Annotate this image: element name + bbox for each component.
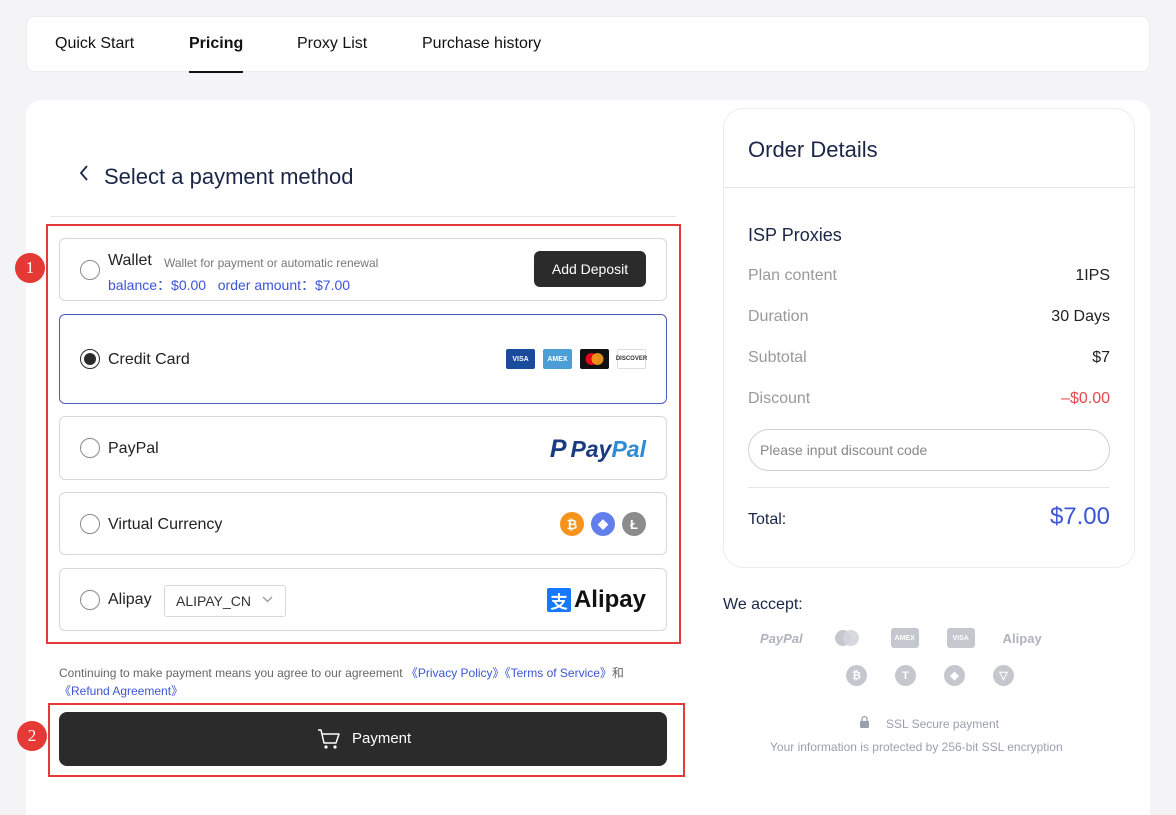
back-chevron-icon[interactable] bbox=[78, 163, 90, 189]
order-details-title: Order Details bbox=[748, 137, 878, 162]
add-deposit-button[interactable]: Add Deposit bbox=[534, 251, 646, 287]
tab-quick-start[interactable]: Quick Start bbox=[55, 35, 134, 73]
card-logos: VISA AMEX DISCOVER bbox=[506, 349, 647, 369]
tether-icon: T bbox=[895, 665, 916, 686]
step-badge-1: 1 bbox=[15, 253, 45, 283]
product-name: ISP Proxies bbox=[748, 225, 842, 245]
ssl-text: SSL Secure payment bbox=[886, 716, 999, 731]
we-accept-title: We accept: bbox=[723, 596, 803, 613]
divider bbox=[748, 487, 1110, 488]
visa-icon: VISA bbox=[946, 627, 975, 649]
alipay-radio[interactable] bbox=[80, 590, 100, 610]
payment-option-alipay[interactable]: Alipay ALIPAY_CN 支 Alipay bbox=[59, 568, 667, 631]
lock-icon bbox=[858, 715, 871, 732]
divider bbox=[50, 216, 676, 217]
alipay-region-select[interactable]: ALIPAY_CN bbox=[164, 585, 286, 617]
wallet-radio[interactable] bbox=[80, 260, 100, 280]
crypto-logos: ₿ ◆ Ł bbox=[560, 512, 646, 536]
virtual-currency-label: Virtual Currency bbox=[108, 516, 223, 533]
total-value: $7.00 bbox=[1049, 503, 1110, 530]
wallet-subtitle: Wallet for payment or automatic renewal bbox=[164, 256, 379, 270]
chevron-down-icon bbox=[262, 593, 273, 608]
ssl-secure: SSL Secure payment bbox=[858, 715, 999, 732]
alipay-region-value: ALIPAY_CN bbox=[176, 593, 251, 609]
page-title: Select a payment method bbox=[104, 164, 354, 189]
paypal-logo-icon: P PayPal bbox=[549, 435, 646, 463]
ethereum-icon: ◆ bbox=[591, 512, 615, 536]
amex-icon: AMEX bbox=[890, 627, 919, 649]
litecoin-icon: Ł bbox=[622, 512, 646, 536]
mastercard-icon bbox=[831, 627, 863, 649]
cart-icon bbox=[317, 728, 341, 754]
accepted-crypto: ₿ T ◆ ▽ bbox=[846, 665, 1014, 686]
payment-option-paypal[interactable]: PayPal P PayPal bbox=[59, 416, 667, 480]
credit-card-label: Credit Card bbox=[108, 351, 190, 368]
paypal-icon: PayPal bbox=[760, 630, 803, 646]
paypal-radio[interactable] bbox=[80, 438, 100, 458]
top-tabs: Quick Start Pricing Proxy List Purchase … bbox=[26, 16, 1150, 73]
payment-button-label: Payment bbox=[352, 730, 412, 747]
alipay-logo-icon: 支 Alipay bbox=[546, 586, 646, 614]
wallet-balance: balance：$0.00 order amount：$7.00 bbox=[108, 277, 351, 293]
payment-option-virtual-currency[interactable]: Virtual Currency ₿ ◆ Ł bbox=[59, 492, 667, 555]
privacy-policy-link[interactable]: 《Privacy Policy》 bbox=[406, 666, 505, 680]
visa-icon: VISA bbox=[506, 349, 535, 369]
discount-code-input[interactable] bbox=[748, 429, 1110, 471]
payment-option-credit-card[interactable]: Credit Card VISA AMEX DISCOVER bbox=[59, 314, 667, 404]
paypal-label: PayPal bbox=[108, 440, 159, 457]
ethereum-icon: ◆ bbox=[944, 665, 965, 686]
total-label: Total: bbox=[748, 511, 787, 528]
step-badge-2: 2 bbox=[17, 721, 47, 751]
terms-of-service-link[interactable]: 《Terms of Service》 bbox=[505, 666, 612, 680]
refund-agreement-link[interactable]: 《Refund Agreement》 bbox=[59, 684, 183, 698]
order-details-panel: Order Details ISP Proxies Plan content 1… bbox=[723, 108, 1135, 568]
amex-icon: AMEX bbox=[543, 349, 572, 369]
tron-icon: ▽ bbox=[993, 665, 1014, 686]
bitcoin-icon: ₿ bbox=[846, 665, 867, 686]
ssl-subtext: Your information is protected by 256-bit… bbox=[770, 740, 1063, 754]
alipay-icon: Alipay bbox=[1002, 630, 1042, 646]
wallet-label: Wallet bbox=[108, 252, 152, 269]
discover-icon: DISCOVER bbox=[616, 349, 647, 369]
payment-option-wallet[interactable]: Wallet Wallet for payment or automatic r… bbox=[59, 238, 667, 301]
credit-card-radio[interactable] bbox=[80, 349, 100, 369]
accepted-methods: PayPal AMEX VISA Alipay bbox=[760, 627, 1100, 649]
virtual-currency-radio[interactable] bbox=[80, 514, 100, 534]
mastercard-icon bbox=[580, 349, 609, 369]
alipay-label: Alipay bbox=[108, 591, 152, 608]
tab-purchase-history[interactable]: Purchase history bbox=[422, 35, 541, 73]
agreement-text: Continuing to make payment means you agr… bbox=[59, 666, 624, 698]
payment-button[interactable]: Payment bbox=[59, 712, 667, 766]
tab-pricing[interactable]: Pricing bbox=[189, 35, 244, 73]
tab-proxy-list[interactable]: Proxy List bbox=[297, 35, 367, 73]
bitcoin-icon: ₿ bbox=[560, 512, 584, 536]
divider bbox=[724, 187, 1134, 188]
